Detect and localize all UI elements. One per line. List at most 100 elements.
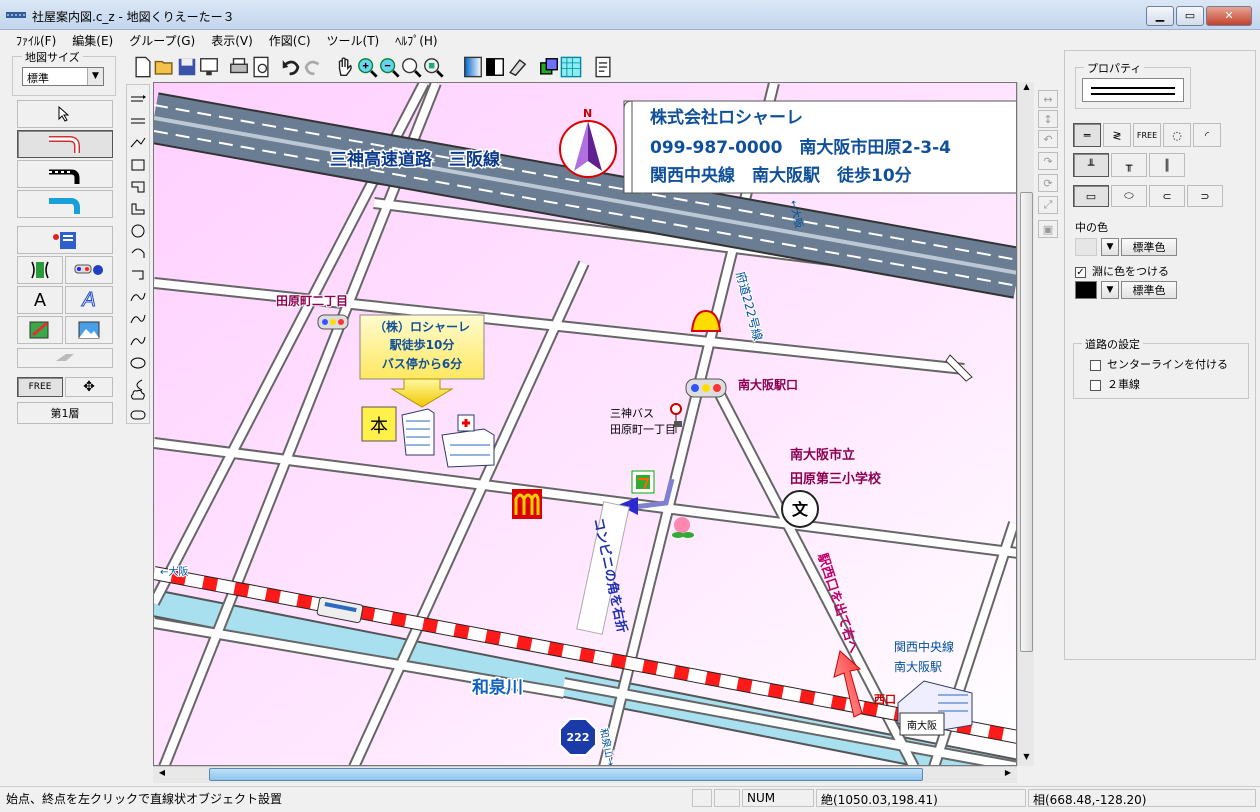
new-file-icon[interactable]: [132, 56, 154, 78]
inner-color-swatch[interactable]: [1075, 238, 1097, 256]
menu-draw[interactable]: 作図(C): [261, 30, 319, 50]
edge-color-button[interactable]: 標準色: [1121, 281, 1177, 299]
two-lane-row[interactable]: ２車線: [1090, 376, 1140, 392]
map-horizontal-scrollbar[interactable]: ◀ ▶: [153, 766, 1017, 783]
properties-icon[interactable]: [592, 56, 614, 78]
menu-edit[interactable]: 編集(E): [64, 30, 121, 50]
scroll-down-icon[interactable]: ▼: [1020, 752, 1033, 766]
close-button[interactable]: ✕: [1206, 6, 1252, 26]
cap-right-round-icon[interactable]: ⊃: [1187, 185, 1223, 207]
polyline-arrow-icon[interactable]: [129, 91, 147, 107]
save-icon[interactable]: [176, 56, 198, 78]
rotate-left-icon[interactable]: ↶: [1038, 130, 1058, 148]
redo-icon[interactable]: [302, 56, 324, 78]
road-tool-button[interactable]: [17, 130, 113, 158]
horizontal-scroll-thumb[interactable]: [209, 768, 923, 781]
zoom-area-icon[interactable]: [422, 56, 444, 78]
double-line-icon[interactable]: [129, 113, 147, 129]
zoom-fit-icon[interactable]: [400, 56, 422, 78]
zoom-out-icon[interactable]: [378, 56, 400, 78]
cloud-shape-icon[interactable]: [129, 387, 147, 403]
ellipse-icon[interactable]: [129, 355, 147, 371]
print-preview-icon[interactable]: [250, 56, 272, 78]
centerline-checkbox[interactable]: [1090, 359, 1101, 371]
scroll-right-icon[interactable]: ▶: [1001, 768, 1015, 782]
minimize-button[interactable]: ▁: [1146, 6, 1174, 26]
menu-tools[interactable]: ツール(T): [319, 30, 388, 50]
edge-color-checkbox-row[interactable]: ✓ 淵に色をつける: [1075, 263, 1169, 279]
hand-pan-icon[interactable]: [334, 56, 356, 78]
edge-color-checkbox[interactable]: ✓: [1075, 266, 1086, 278]
text-tool-button[interactable]: A: [17, 286, 63, 314]
image-edit-tool-button[interactable]: [17, 316, 63, 344]
map-vertical-scrollbar[interactable]: ▲ ▼: [1017, 82, 1034, 766]
vertical-scroll-thumb[interactable]: [1020, 192, 1033, 652]
curve-s-icon[interactable]: [129, 289, 147, 305]
layer-order-icon[interactable]: [538, 56, 560, 78]
edge-color-swatch[interactable]: [1075, 281, 1097, 299]
map-canvas[interactable]: 三神高速道路 三阪線 株式会社ロシャーレ 099-987-0000 南大阪市田原…: [153, 82, 1017, 766]
picture-tool-button[interactable]: [65, 316, 113, 344]
rounded-rect-icon[interactable]: [129, 407, 147, 423]
select-tool-button[interactable]: [17, 100, 113, 128]
grid-icon[interactable]: [560, 56, 582, 78]
end-style-t-icon[interactable]: ╥: [1111, 153, 1147, 177]
curve-f-icon[interactable]: [129, 333, 147, 349]
corner-shape-icon[interactable]: [129, 179, 147, 195]
line-style-double-icon[interactable]: ═: [1073, 123, 1101, 147]
inner-color-button[interactable]: 標準色: [1121, 238, 1177, 256]
menu-view[interactable]: 表示(V): [203, 30, 261, 50]
eraser-icon[interactable]: [506, 56, 528, 78]
expand-icon[interactable]: ⤢: [1038, 196, 1058, 214]
railway-tool-button[interactable]: [17, 160, 113, 188]
menu-file[interactable]: ﾌｧｲﾙ(F): [8, 30, 64, 50]
print-icon[interactable]: [228, 56, 250, 78]
line-style-free-icon[interactable]: FREE: [1133, 123, 1161, 147]
contrast-icon[interactable]: [484, 56, 506, 78]
layer-button[interactable]: 第1層: [17, 402, 113, 424]
river-tool-button[interactable]: [17, 190, 113, 218]
rotate-free-icon[interactable]: ⟳: [1038, 174, 1058, 192]
bridge-tool-button[interactable]: [17, 256, 63, 284]
grayed-tool-button[interactable]: [17, 348, 113, 368]
undo-icon[interactable]: [280, 56, 302, 78]
open-folder-icon[interactable]: [154, 56, 176, 78]
edge-color-dropdown-icon[interactable]: ▼: [1101, 281, 1119, 299]
curve-b-icon[interactable]: [129, 311, 147, 327]
map-size-select[interactable]: 標準 ▼: [22, 67, 104, 86]
signal-tool-button[interactable]: [65, 256, 113, 284]
line-style-corner-icon[interactable]: ◜: [1193, 123, 1221, 147]
save-as-icon[interactable]: [198, 56, 220, 78]
cap-flat-icon[interactable]: ▭: [1073, 185, 1109, 207]
gradient-fill-icon[interactable]: [462, 56, 484, 78]
line-style-arc-icon[interactable]: ◌: [1163, 123, 1191, 147]
two-lane-checkbox[interactable]: [1090, 379, 1101, 391]
menu-help[interactable]: ﾍﾙﾌﾟ(H): [387, 30, 445, 50]
building-tool-button[interactable]: [17, 226, 113, 254]
menu-group[interactable]: グループ(G): [121, 30, 203, 50]
arc-icon[interactable]: [129, 245, 147, 261]
freehand-line-icon[interactable]: [129, 135, 147, 151]
styled-text-tool-button[interactable]: A: [65, 286, 113, 314]
scroll-up-icon[interactable]: ▲: [1020, 82, 1033, 96]
end-style-cap-icon[interactable]: ╨: [1073, 153, 1109, 177]
free-mode-button[interactable]: FREE: [17, 377, 63, 397]
line-style-zigzag-icon[interactable]: ≷: [1103, 123, 1131, 147]
circle-icon[interactable]: [129, 223, 147, 239]
end-style-open-icon[interactable]: ║: [1149, 153, 1185, 177]
cap-round-icon[interactable]: ⬭: [1111, 185, 1147, 207]
scroll-left-icon[interactable]: ◀: [155, 768, 169, 782]
flip-horizontal-icon[interactable]: ↔: [1038, 90, 1058, 108]
move-mode-button[interactable]: ✥: [65, 377, 113, 397]
maximize-button[interactable]: ▭: [1176, 6, 1204, 26]
zoom-in-icon[interactable]: [356, 56, 378, 78]
rectangle-icon[interactable]: [129, 157, 147, 173]
frame-icon[interactable]: ▣: [1038, 220, 1058, 238]
hook-shape-icon[interactable]: [129, 267, 147, 283]
cap-left-round-icon[interactable]: ⊂: [1149, 185, 1185, 207]
flip-vertical-icon[interactable]: ↕: [1038, 110, 1058, 128]
centerline-row[interactable]: センターラインを付ける: [1090, 356, 1228, 372]
rotate-right-icon[interactable]: ↷: [1038, 152, 1058, 170]
l-shape-icon[interactable]: [129, 201, 147, 217]
inner-color-dropdown-icon[interactable]: ▼: [1101, 238, 1119, 256]
